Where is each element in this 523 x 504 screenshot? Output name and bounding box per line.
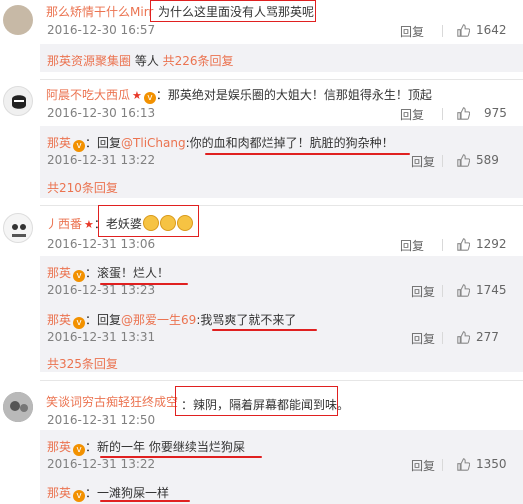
highlight-box xyxy=(98,205,199,237)
divider xyxy=(442,108,443,120)
comment-page: 那么矫情干什么Mirr 为什么这里面没有人骂那英呢 2016-12-30 16:… xyxy=(0,0,523,504)
divider xyxy=(40,79,523,80)
vip-badge-icon: v xyxy=(73,317,86,329)
comment-1-header: 那么矫情干什么Mirr xyxy=(46,3,153,20)
like-count: 1642 xyxy=(476,23,507,37)
reply-button[interactable]: 回复 xyxy=(411,153,435,170)
avatar[interactable] xyxy=(3,392,33,422)
like-count: 1350 xyxy=(476,457,507,471)
star-badge-icon: ★ xyxy=(84,218,94,231)
thumbs-up-icon[interactable] xyxy=(457,24,470,37)
thumbs-up-icon[interactable] xyxy=(457,331,470,344)
reply: 那英 v ：回复@那爱一生69:我骂爽了就不来了 xyxy=(47,313,297,329)
timestamp: 2016-12-31 13:22 xyxy=(47,457,156,471)
timestamp: 2016-12-31 12:50 xyxy=(47,413,156,427)
highlight-underline xyxy=(205,153,410,155)
timestamp: 2016-12-31 13:31 xyxy=(47,330,156,344)
beard-avatar-icon xyxy=(12,95,26,109)
cartoon-avatar-icon xyxy=(12,224,26,237)
divider xyxy=(442,332,443,344)
more-replies[interactable]: 那英资源聚集圈 等人 共226条回复 xyxy=(47,52,234,69)
username[interactable]: 那么矫情干什么Mirr xyxy=(46,5,153,19)
reply-button[interactable]: 回复 xyxy=(411,330,435,347)
comment-2-header: 阿晨不吃大西瓜 ★ v ：那英绝对是娱乐圈的大姐大！信那姐得永生！顶起 xyxy=(46,86,432,104)
reply-text: ：一滩狗屎一样 xyxy=(85,486,170,500)
like-count: 975 xyxy=(484,106,507,120)
highlight-underline xyxy=(212,329,317,331)
highlight-box xyxy=(150,0,316,22)
more-replies-link[interactable]: 共226条回复 xyxy=(163,54,234,68)
thumbs-up-icon[interactable] xyxy=(457,107,470,120)
timestamp: 2016-12-30 16:57 xyxy=(47,23,156,37)
divider xyxy=(442,459,443,471)
reply: 那英 v ：滚蛋！烂人！ xyxy=(47,264,169,282)
reply-text: :我骂爽了就不来了 xyxy=(196,313,297,327)
vip-badge-icon: v xyxy=(73,444,86,456)
timestamp: 2016-12-31 13:23 xyxy=(47,283,156,297)
reply-button[interactable]: 回复 xyxy=(400,23,424,40)
timestamp: 2016-12-30 16:13 xyxy=(47,106,156,120)
reply-user[interactable]: 那英 xyxy=(47,313,71,327)
thumbs-up-icon[interactable] xyxy=(457,238,470,251)
like-count: 277 xyxy=(476,330,499,344)
reply-text: ：新的一年 你要继续当烂狗屎 xyxy=(85,440,245,454)
divider xyxy=(442,239,443,251)
thumbs-up-icon[interactable] xyxy=(457,284,470,297)
reply-user[interactable]: 那英 xyxy=(47,440,71,454)
more-replies-link[interactable]: 共325条回复 xyxy=(47,355,118,372)
reply-button[interactable]: 回复 xyxy=(411,283,435,300)
highlight-underline xyxy=(100,500,190,502)
star-badge-icon: ★ xyxy=(132,89,142,102)
like-count: 1292 xyxy=(476,237,507,251)
username[interactable]: 丿西番 xyxy=(46,217,82,231)
username[interactable]: 阿晨不吃大西瓜 xyxy=(46,88,130,102)
avatar[interactable] xyxy=(3,213,33,243)
divider xyxy=(442,155,443,167)
comment-4-header: 笑谈词穷古痴轻狂终成空 xyxy=(46,393,178,410)
more-replies-link[interactable]: 共210条回复 xyxy=(47,179,118,196)
reply: 那英 v ：新的一年 你要继续当烂狗屎 xyxy=(47,438,245,456)
reply-button[interactable]: 回复 xyxy=(400,237,424,254)
vip-badge-icon: v xyxy=(143,92,156,104)
reply-text: ：滚蛋！烂人！ xyxy=(85,266,170,280)
thumbs-up-icon[interactable] xyxy=(457,154,470,167)
avatar[interactable] xyxy=(3,5,33,35)
reply-user[interactable]: 那英 xyxy=(47,486,71,500)
reply-text: :你的血和肉都烂掉了！肮脏的狗杂种！ xyxy=(185,136,394,150)
reply-user[interactable]: 那英 xyxy=(47,266,71,280)
reply-user[interactable]: 那英 xyxy=(47,136,71,150)
divider xyxy=(442,285,443,297)
reply: 那英 v ：回复@TliChang:你的血和肉都烂掉了！肮脏的狗杂种！ xyxy=(47,136,394,152)
timestamp: 2016-12-31 13:06 xyxy=(47,237,156,251)
mention-link[interactable]: @TliChang xyxy=(121,136,186,150)
like-count: 1745 xyxy=(476,283,507,297)
mention-link[interactable]: @那爱一生69 xyxy=(121,313,196,327)
comment-text: ：那英绝对是娱乐圈的大姐大！信那姐得永生！顶起 xyxy=(155,88,432,102)
username[interactable]: 笑谈词穷古痴轻狂终成空 xyxy=(46,395,178,409)
divider xyxy=(442,25,443,37)
timestamp: 2016-12-31 13:22 xyxy=(47,153,156,167)
thumbs-up-icon[interactable] xyxy=(457,458,470,471)
vip-badge-icon: v xyxy=(73,270,86,282)
divider xyxy=(40,380,523,381)
vip-badge-icon: v xyxy=(73,490,86,502)
reply-user[interactable]: 那英资源聚集圈 xyxy=(47,54,131,68)
photo-avatar-icon xyxy=(3,392,33,422)
vip-badge-icon: v xyxy=(73,140,86,152)
like-count: 589 xyxy=(476,153,499,167)
reply-button[interactable]: 回复 xyxy=(400,106,424,123)
avatar[interactable] xyxy=(3,86,33,116)
highlight-box xyxy=(175,386,338,416)
reply-button[interactable]: 回复 xyxy=(411,457,435,474)
